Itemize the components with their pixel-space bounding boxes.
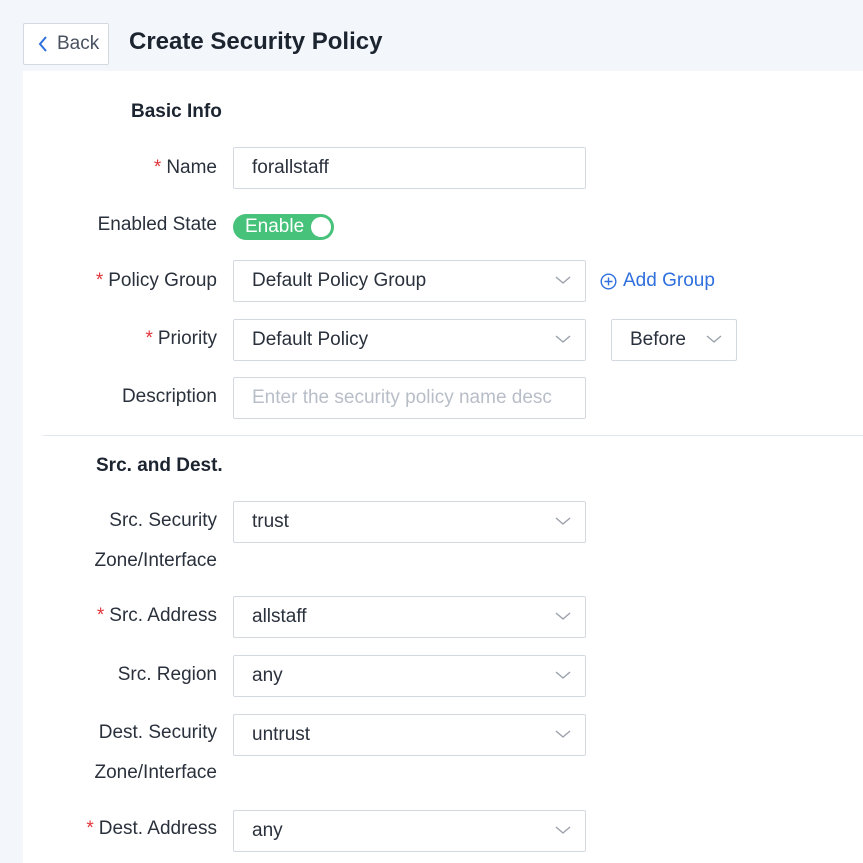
priority-value: Default Policy [252,329,369,350]
description-placeholder: Enter the security policy name desc [252,387,552,408]
required-asterisk: * [95,270,104,291]
src-region-value: any [252,665,283,686]
plus-circle-icon [600,272,617,290]
src-region-label: Src. Region [117,664,217,685]
required-asterisk: * [86,818,94,839]
chevron-down-icon [706,335,722,343]
dest-address-label: * Dest. Address [86,818,217,839]
page-title: Create Security Policy [129,28,383,55]
add-group-link[interactable]: Add Group [600,270,715,292]
chevron-left-icon [38,36,47,52]
description-label: Description [121,386,217,407]
src-zone-select[interactable]: trust [233,501,586,543]
priority-position-value: Before [630,329,686,350]
toggle-knob [311,217,331,237]
dest-address-value: any [252,820,283,841]
section-title-basic-info: Basic Info [131,101,222,122]
dest-zone-label-line1: Dest. Security [98,722,217,743]
dest-zone-label-line2: Zone/Interface [94,762,217,783]
src-zone-value: trust [252,511,289,532]
priority-label: * Priority [145,328,217,349]
toggle-label: Enable [245,216,305,237]
src-address-label: * Src. Address [96,605,217,626]
policy-group-label: * Policy Group [95,270,217,291]
dest-zone-select[interactable]: untrust [233,714,586,756]
src-address-select[interactable]: allstaff [233,596,586,638]
back-button[interactable]: Back [23,23,109,65]
src-zone-label-line1: Src. Security [109,510,217,531]
add-group-label: Add Group [623,270,715,291]
section-divider [43,435,863,436]
chevron-down-icon [555,730,571,738]
src-zone-label-line2: Zone/Interface [94,550,217,571]
policy-group-value: Default Policy Group [252,270,427,291]
required-asterisk: * [153,157,162,178]
description-input[interactable]: Enter the security policy name desc [233,377,586,419]
dest-address-select[interactable]: any [233,810,586,852]
name-label: * Name [153,157,217,178]
dest-zone-value: untrust [252,724,311,745]
chevron-down-icon [555,276,571,284]
chevron-down-icon [555,517,571,525]
required-asterisk: * [145,328,153,349]
chevron-down-icon [555,612,571,620]
section-title-src-dest: Src. and Dest. [96,455,223,476]
src-address-value: allstaff [252,606,307,627]
chevron-down-icon [555,335,571,343]
required-asterisk: * [96,605,105,626]
chevron-down-icon [555,826,571,834]
chevron-down-icon [555,671,571,679]
enabled-state-label: Enabled State [97,214,217,235]
back-label: Back [57,33,100,54]
name-input[interactable]: forallstaff [233,147,586,189]
priority-position-select[interactable]: Before [611,319,737,361]
name-value: forallstaff [252,157,329,178]
policy-group-select[interactable]: Default Policy Group [233,260,586,302]
src-region-select[interactable]: any [233,655,586,697]
priority-select[interactable]: Default Policy [233,319,586,361]
enabled-state-toggle[interactable]: Enable [233,214,334,240]
